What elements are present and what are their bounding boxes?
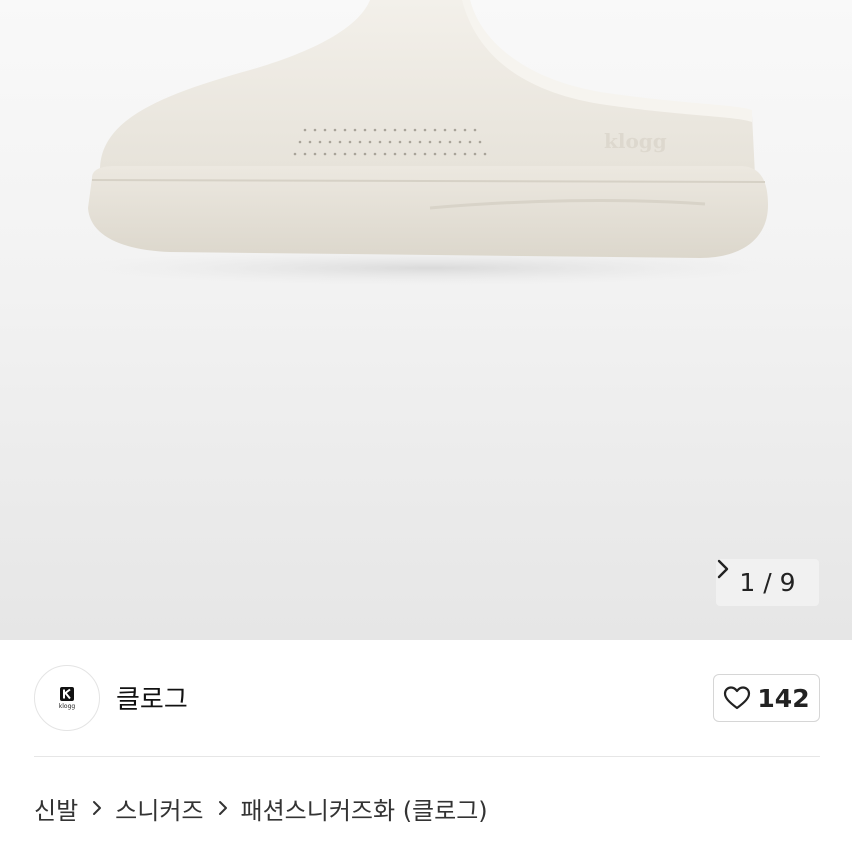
counter-separator: / — [763, 568, 772, 597]
divider — [34, 756, 820, 757]
image-counter-next-button[interactable]: 1 / 9 — [716, 559, 819, 606]
breadcrumb-item-sneakers[interactable]: 스니커즈 — [115, 791, 203, 826]
brand-name[interactable]: 클로그 — [116, 679, 188, 716]
breadcrumb-item-shoes[interactable]: 신발 — [34, 791, 78, 826]
like-count: 142 — [757, 683, 810, 713]
image-counter: 1 / 9 — [739, 568, 795, 597]
brand-row: klogg 클로그 142 — [34, 665, 820, 731]
brand-logo[interactable]: klogg — [34, 665, 100, 731]
like-button[interactable]: 142 — [713, 674, 820, 722]
breadcrumb: 신발 스니커즈 패션스니커즈화 (클로그) — [34, 790, 488, 826]
chevron-right-icon — [218, 801, 227, 815]
total-image-count: 9 — [779, 568, 796, 597]
heart-outline-icon — [724, 686, 751, 710]
breadcrumb-item-fashion-sneakers[interactable]: 패션스니커즈화 (클로그) — [241, 791, 488, 826]
product-emboss-text: klogg — [604, 129, 667, 153]
brand-logo-mark-icon — [60, 687, 74, 701]
chevron-right-icon — [93, 801, 102, 815]
chevron-right-icon — [717, 559, 729, 579]
product-image: klogg — [70, 0, 790, 286]
current-image-index: 1 — [739, 568, 756, 597]
brand-logo-text: klogg — [58, 703, 76, 710]
product-image-gallery[interactable]: klogg 1 / 9 — [0, 0, 852, 640]
